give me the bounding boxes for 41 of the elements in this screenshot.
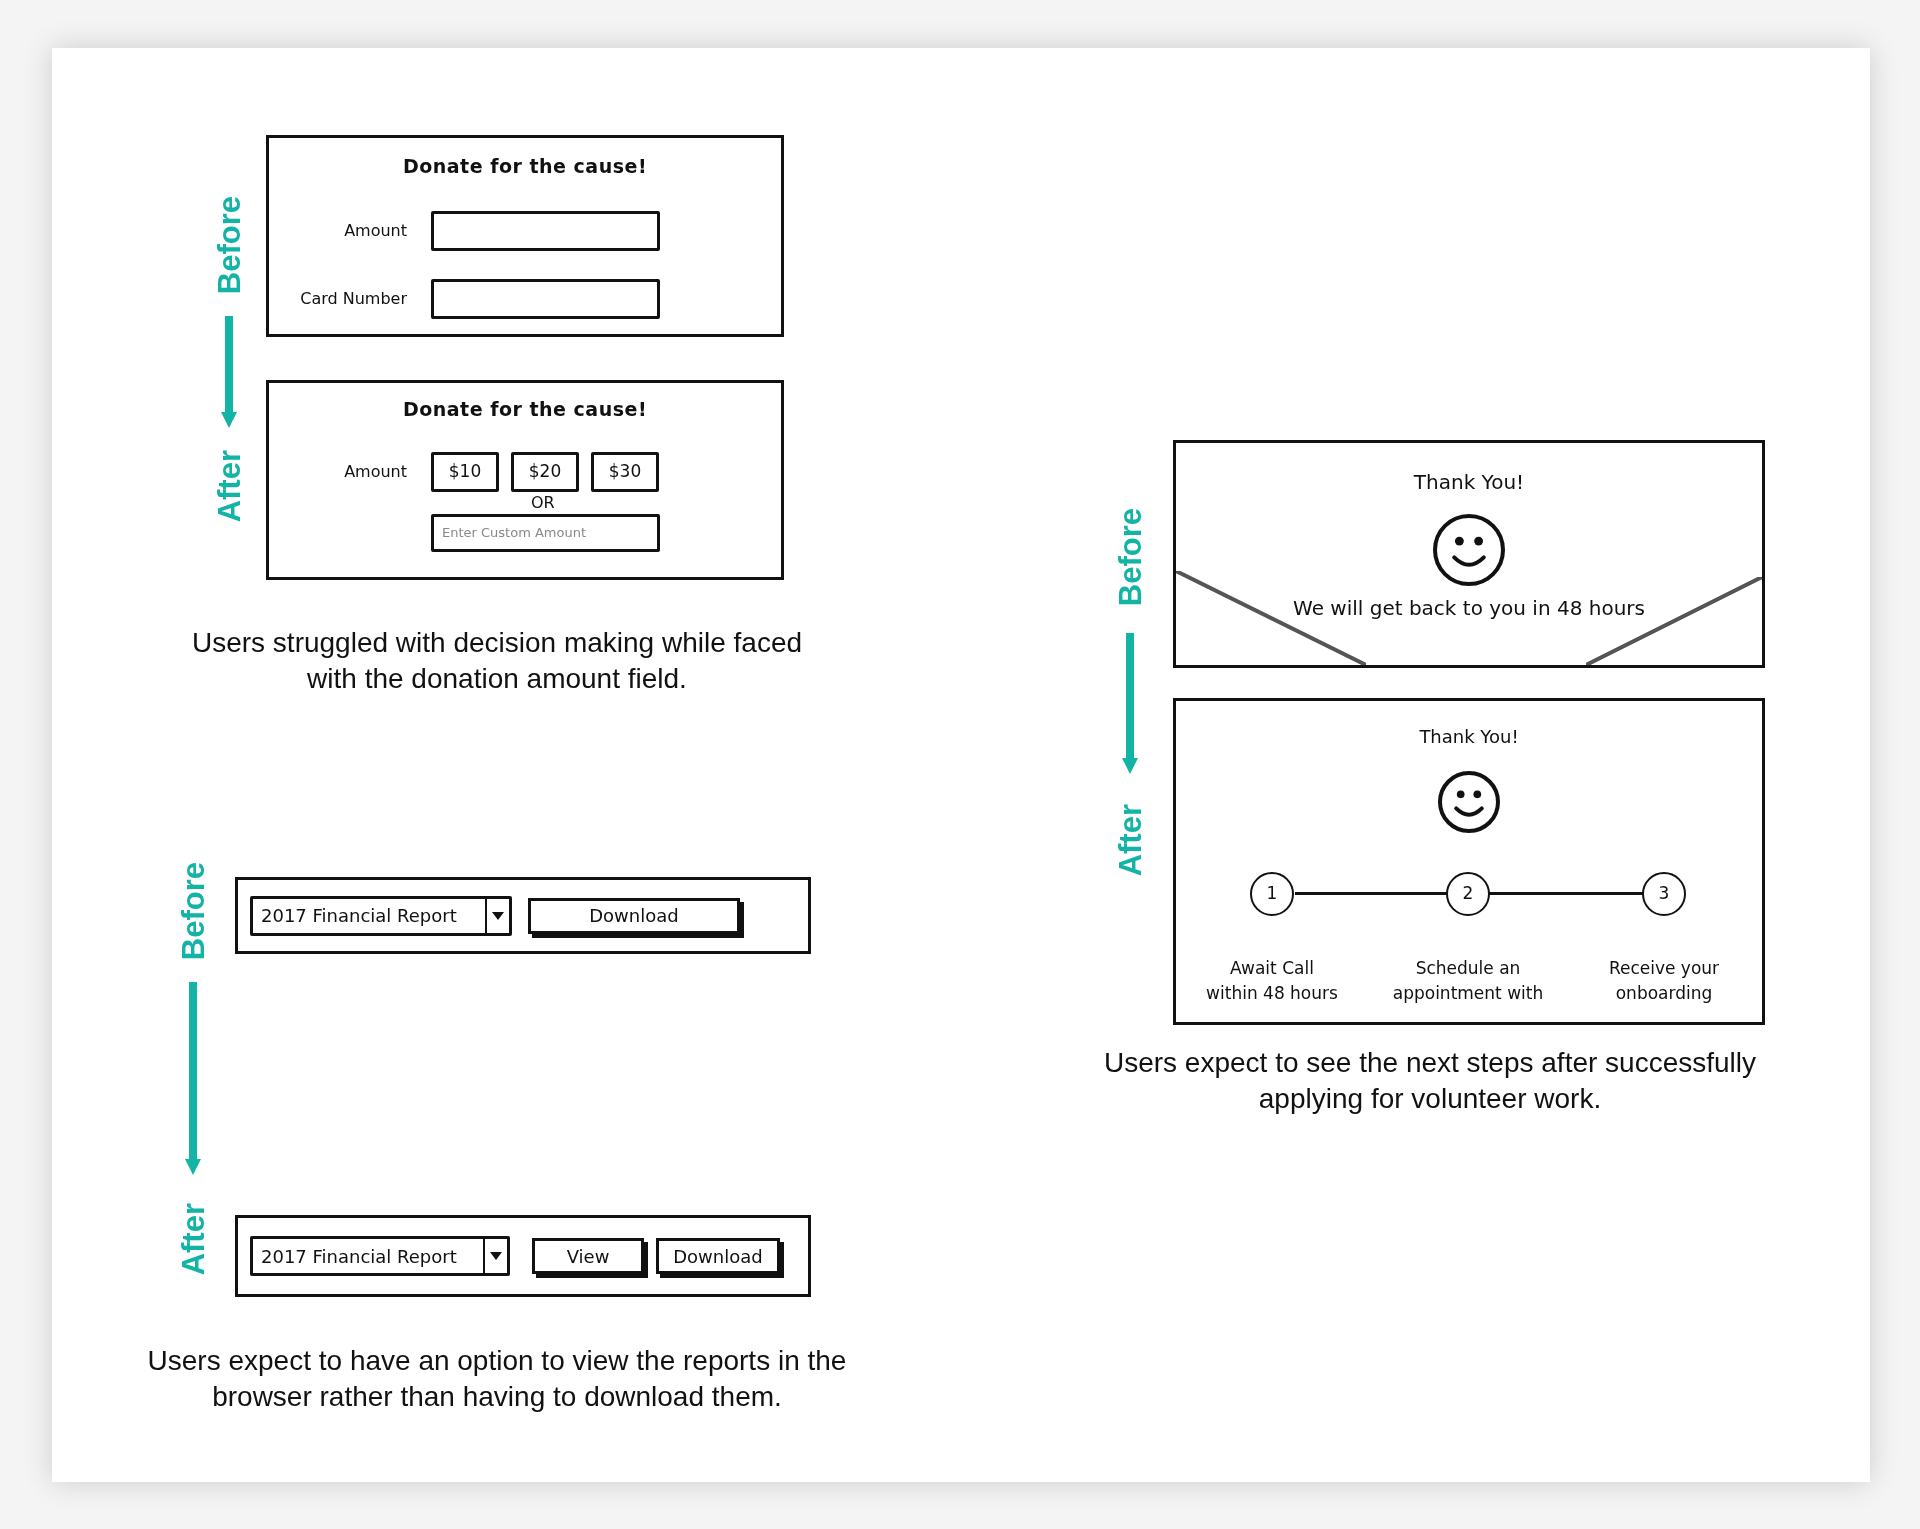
input-field[interactable] <box>431 210 660 251</box>
field-label: Card Number <box>299 287 407 310</box>
confirmation-message: We will get back to you in 48 hours <box>1293 595 1645 622</box>
step-label: Receive your onboarding <box>1608 957 1720 1005</box>
caret-icon <box>490 1252 502 1260</box>
input-field[interactable] <box>431 278 660 319</box>
caption: Users expect to have an option to view the reports in the browser rather than having to download them. <box>146 1344 848 1414</box>
after-label: After <box>177 1203 209 1276</box>
smiley-icon <box>1437 770 1501 834</box>
dropdown-value: 2017 Financial Report <box>260 1244 458 1269</box>
down-arrow-icon <box>185 982 201 1176</box>
form-title: Donate for the cause! <box>401 397 649 422</box>
custom-amount-field[interactable]: Enter Custom Amount <box>431 513 660 552</box>
form-title: Donate for the cause! <box>401 154 649 179</box>
caption: Users struggled with decision making while faced with the donation amount field. <box>190 626 804 696</box>
field-label: Amount <box>343 219 407 242</box>
before-label: Before <box>1114 508 1146 607</box>
down-arrow-icon <box>221 316 237 429</box>
step-circle: 3 <box>1642 872 1686 916</box>
before-label: Before <box>177 862 209 961</box>
amount-button[interactable]: $30 <box>591 451 659 492</box>
step-circle: 2 <box>1446 872 1490 916</box>
down-arrow-icon <box>1122 633 1138 775</box>
step-label: Await Call within 48 hours <box>1206 957 1338 1005</box>
amount-button[interactable]: $10 <box>431 451 499 492</box>
caret-icon <box>492 911 504 920</box>
field-label: Amount <box>343 460 407 483</box>
after-label: After <box>213 450 245 523</box>
after-label: After <box>1114 804 1146 877</box>
amount-button[interactable]: $20 <box>511 451 579 492</box>
thank-you-title: Thank You! <box>1413 469 1525 496</box>
caption: Users expect to see the next steps after successfully applying for volunteer work. <box>1102 1046 1758 1116</box>
before-label: Before <box>213 196 245 295</box>
step-circle: 1 <box>1250 872 1294 916</box>
dropdown-value: 2017 Financial Report <box>260 904 458 928</box>
dropdown[interactable]: 2017 Financial Report <box>250 1236 510 1276</box>
step-label: Schedule an appointment with <box>1392 957 1544 1005</box>
smiley-icon <box>1432 513 1506 587</box>
dropdown[interactable]: 2017 Financial Report <box>250 895 512 936</box>
or-label: OR <box>531 491 556 514</box>
thank-you-title: Thank You! <box>1419 726 1519 747</box>
